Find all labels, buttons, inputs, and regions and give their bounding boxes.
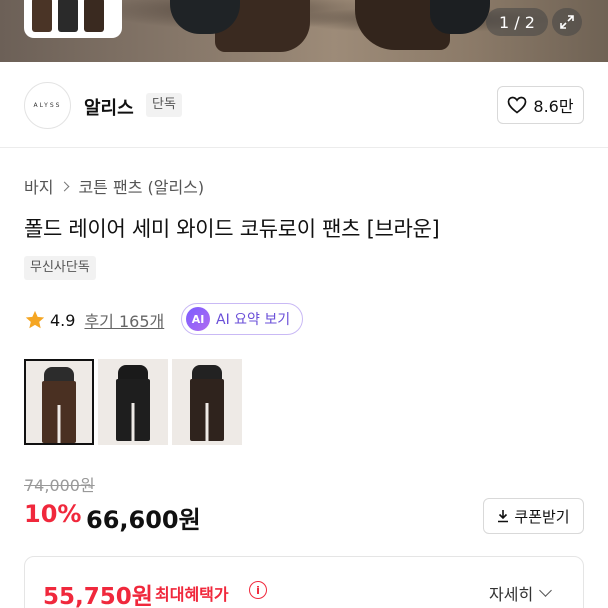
color-option-black[interactable]	[98, 359, 168, 445]
exclusive-tag: 무신사단독	[24, 256, 96, 280]
discount-rate: 10%	[24, 500, 82, 528]
sale-price: 66,600원	[86, 506, 201, 534]
brand-logo[interactable]: ALYSS	[24, 82, 71, 129]
chevron-down-icon	[539, 584, 553, 597]
breadcrumb-item[interactable]: 바지	[24, 174, 53, 198]
expand-button[interactable]	[552, 8, 582, 36]
coupon-button[interactable]: 쿠폰받기	[483, 498, 584, 534]
breadcrumb-item[interactable]: 코튼 팬츠 (알리스)	[78, 174, 204, 198]
related-product-thumb	[84, 0, 104, 32]
color-option-dark-brown[interactable]	[172, 359, 242, 445]
related-product-thumb	[32, 0, 52, 32]
like-count: 8.6만	[533, 97, 574, 116]
max-benefit-label: 최대혜택가	[155, 585, 229, 604]
ai-summary-button[interactable]: AI AI 요약 보기	[181, 303, 303, 335]
brand-row: ALYSS 알리스 단독 8.6만	[0, 62, 608, 148]
pants-gap	[57, 405, 61, 443]
related-product-thumb	[58, 0, 78, 32]
star-icon	[25, 310, 45, 329]
gallery-pager: 1 / 2	[486, 8, 548, 36]
brand-logo-text: ALYSS	[33, 102, 62, 109]
download-icon	[498, 510, 509, 523]
original-price: 74,000원	[24, 476, 95, 495]
review-link[interactable]: 후기 165개	[84, 308, 164, 332]
max-benefit-price: 55,750원	[43, 584, 153, 608]
pants-gap	[205, 403, 209, 441]
ai-summary-label: AI 요약 보기	[216, 312, 291, 328]
like-button[interactable]: 8.6만	[497, 86, 584, 124]
rating-row: 4.9 후기 165개	[24, 305, 164, 335]
pants-gap	[131, 403, 135, 441]
details-label: 자세히	[489, 585, 534, 604]
max-benefit-box[interactable]: 55,750원 최대혜택가 i 자세히	[24, 556, 584, 608]
info-icon[interactable]: i	[249, 581, 267, 599]
color-option-brown[interactable]	[24, 359, 94, 445]
product-image-gallery[interactable]: 1 / 2	[0, 0, 608, 62]
section-divider	[0, 147, 608, 148]
breadcrumb: 바지 코튼 팬츠 (알리스)	[24, 174, 204, 198]
expand-icon	[560, 15, 574, 29]
brand-name[interactable]: 알리스	[84, 94, 134, 120]
heart-icon	[508, 96, 527, 114]
gallery-related-products-card[interactable]	[24, 0, 122, 38]
brand-exclusive-tag: 단독	[146, 93, 182, 117]
ai-badge-icon: AI	[186, 307, 210, 331]
chevron-right-icon	[60, 181, 70, 191]
details-toggle[interactable]: 자세히	[489, 581, 553, 605]
product-title: 폴드 레이어 세미 와이드 코듀로이 팬츠 [브라운]	[24, 217, 440, 241]
rating-score: 4.9	[50, 310, 76, 330]
coupon-label: 쿠폰받기	[514, 507, 570, 526]
